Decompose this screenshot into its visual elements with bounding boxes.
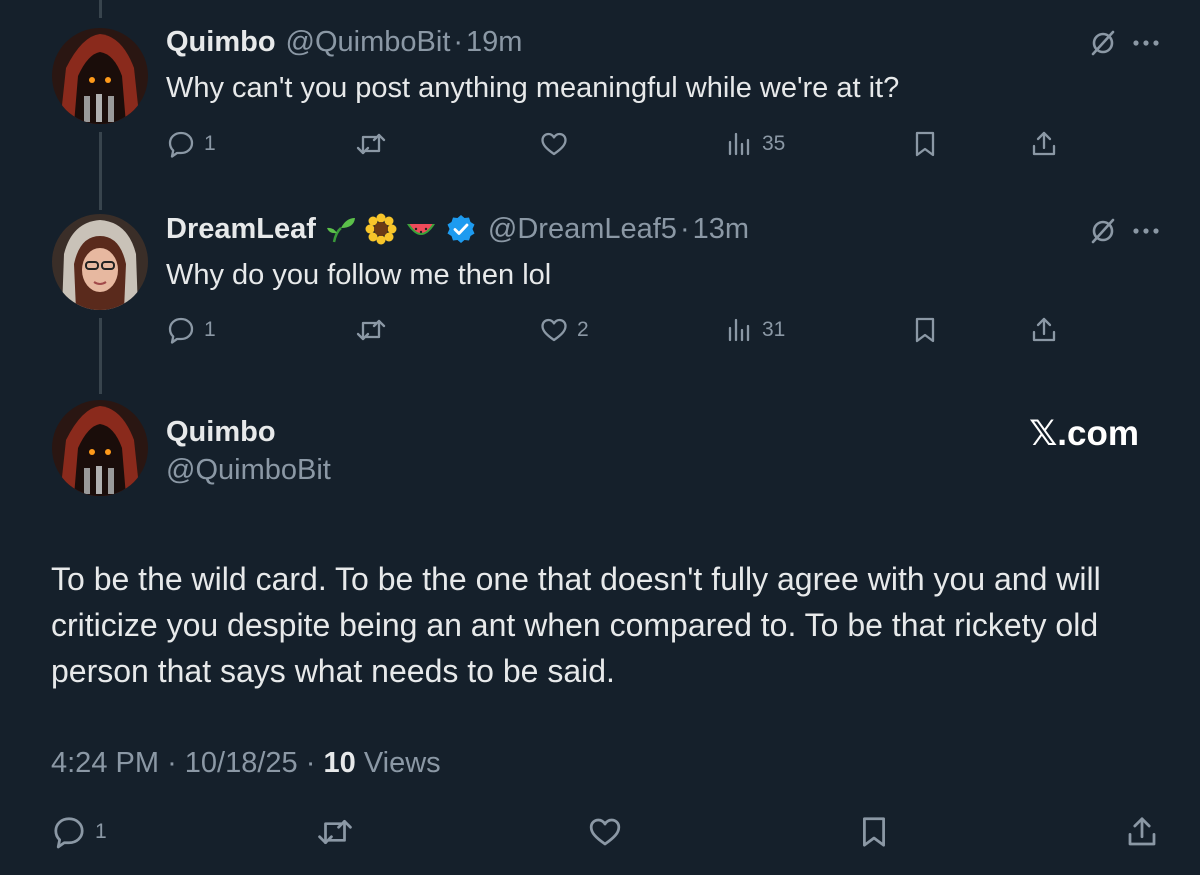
share-icon bbox=[1029, 129, 1059, 159]
views-icon bbox=[724, 315, 754, 345]
tweet-text: Why can't you post anything meaningful w… bbox=[166, 72, 900, 104]
share-icon bbox=[1124, 814, 1160, 850]
bookmark-icon bbox=[910, 315, 940, 345]
retweet-icon bbox=[355, 315, 387, 345]
tweet-header: Quimbo @QuimboBit · 19m bbox=[166, 24, 522, 60]
reply-button[interactable]: 1 bbox=[166, 124, 216, 164]
retweet-button[interactable] bbox=[355, 124, 395, 164]
timestamp[interactable]: 19m bbox=[466, 24, 522, 60]
handle[interactable]: @QuimboBit bbox=[286, 24, 451, 60]
separator: · bbox=[453, 26, 464, 58]
like-button[interactable] bbox=[539, 124, 577, 164]
reply-icon bbox=[51, 814, 87, 850]
reply-button[interactable]: 1 bbox=[51, 812, 107, 852]
reply-icon bbox=[166, 315, 196, 345]
reply-count: 1 bbox=[204, 318, 216, 341]
views-label: Views bbox=[363, 747, 441, 779]
watermelon-emoji bbox=[404, 212, 438, 246]
retweet-icon bbox=[355, 129, 387, 159]
reply-icon bbox=[166, 129, 196, 159]
display-name[interactable]: Quimbo bbox=[166, 414, 276, 450]
name-emoji-badges bbox=[324, 212, 478, 246]
action-bar: 1 2 31 bbox=[0, 310, 1200, 350]
verified-icon[interactable] bbox=[444, 212, 478, 246]
seedling-emoji bbox=[324, 212, 358, 246]
views-count: 35 bbox=[762, 132, 786, 155]
more-icon[interactable] bbox=[1132, 39, 1160, 47]
avatar[interactable] bbox=[52, 28, 148, 124]
like-icon bbox=[539, 129, 569, 159]
bookmark-button[interactable] bbox=[910, 310, 940, 350]
separator: · bbox=[679, 213, 690, 245]
like-button[interactable] bbox=[587, 812, 623, 852]
x-com-watermark: 𝕏.com bbox=[1029, 414, 1139, 453]
tweet-corner-actions bbox=[1088, 216, 1160, 246]
views-count: 31 bbox=[762, 318, 786, 341]
handle[interactable]: @DreamLeaf5 bbox=[488, 211, 677, 247]
like-icon bbox=[587, 814, 623, 850]
timestamp[interactable]: 13m bbox=[693, 211, 749, 247]
retweet-button[interactable] bbox=[355, 310, 395, 350]
more-icon[interactable] bbox=[1132, 227, 1160, 235]
separator: · bbox=[167, 747, 177, 779]
reply-count: 1 bbox=[95, 820, 107, 843]
share-button[interactable] bbox=[1124, 812, 1160, 852]
like-count: 2 bbox=[577, 318, 589, 341]
display-name[interactable]: DreamLeaf bbox=[166, 211, 316, 247]
share-button[interactable] bbox=[1029, 310, 1059, 350]
share-icon bbox=[1029, 315, 1059, 345]
views-count: 10 bbox=[323, 747, 356, 779]
views-button[interactable]: 31 bbox=[724, 310, 785, 350]
reply-count: 1 bbox=[204, 132, 216, 155]
reply-button[interactable]: 1 bbox=[166, 310, 216, 350]
action-bar: 1 35 bbox=[0, 124, 1200, 164]
views-button[interactable]: 35 bbox=[724, 124, 785, 164]
display-name[interactable]: Quimbo bbox=[166, 24, 276, 60]
main-tweet-text: To be the wild card. To be the one that … bbox=[51, 561, 1101, 689]
like-button[interactable]: 2 bbox=[539, 310, 589, 350]
separator: · bbox=[305, 747, 316, 779]
tweet-text: Why do you follow me then lol bbox=[166, 259, 552, 291]
grok-icon[interactable] bbox=[1088, 28, 1118, 58]
bookmark-button[interactable] bbox=[910, 124, 940, 164]
handle[interactable]: @QuimboBit bbox=[166, 452, 331, 488]
main-action-bar: 1 bbox=[0, 812, 1200, 852]
tweet-header: DreamLeaf @DreamLeaf5 · 13m bbox=[166, 211, 749, 247]
bookmark-icon bbox=[856, 814, 892, 850]
bookmark-icon bbox=[910, 129, 940, 159]
sunflower-emoji bbox=[364, 212, 398, 246]
thread-line-top bbox=[99, 0, 102, 18]
tweet-corner-actions bbox=[1088, 28, 1160, 58]
grok-icon[interactable] bbox=[1088, 216, 1118, 246]
tweet-meta: 4:24 PM · 10/18/25 · 10 Views bbox=[51, 745, 441, 781]
like-icon bbox=[539, 315, 569, 345]
avatar[interactable] bbox=[52, 400, 148, 496]
post-date[interactable]: 10/18/25 bbox=[185, 747, 298, 779]
views-icon bbox=[724, 129, 754, 159]
post-time[interactable]: 4:24 PM bbox=[51, 747, 159, 779]
share-button[interactable] bbox=[1029, 124, 1059, 164]
bookmark-button[interactable] bbox=[856, 812, 892, 852]
avatar[interactable] bbox=[52, 214, 148, 310]
retweet-button[interactable] bbox=[316, 812, 354, 852]
retweet-icon bbox=[316, 814, 354, 850]
